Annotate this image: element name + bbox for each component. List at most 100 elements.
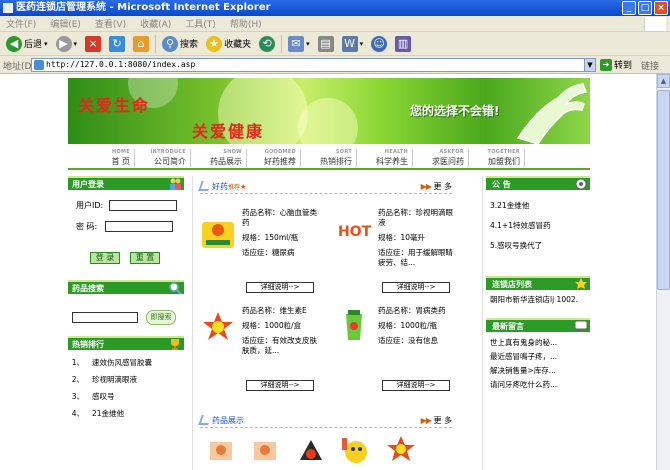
- maximize-button[interactable]: □: [638, 1, 652, 15]
- menu-favorites[interactable]: 收藏(A): [140, 17, 171, 30]
- list-item[interactable]: 请问牙疼吃什么药...: [486, 378, 590, 392]
- gallery-image[interactable]: [250, 434, 280, 466]
- notice-header: 公 告: [486, 176, 590, 190]
- search-submit-button[interactable]: 即搜索: [146, 310, 176, 325]
- gallery-image[interactable]: [386, 434, 416, 466]
- web-page: 关爱生命 关爱健康 您的选择不会错! HOME 首 页 INTRODUCE 公司…: [68, 78, 590, 470]
- show-title: 药品展示: [212, 416, 244, 425]
- favorites-button[interactable]: ★ 收藏夹: [204, 34, 253, 54]
- toolbar: ◀ 后退 ▾ ▶ ▾ × ↻ ⌂ ⚲ 搜索 ★ 收藏夹 ⟲ ✉ ▾ ▤ W ▾ ☺ ▥: [0, 32, 670, 56]
- refresh-button[interactable]: ↻: [107, 34, 127, 54]
- menu-file[interactable]: 文件(F): [6, 17, 36, 30]
- show-more-link[interactable]: ▶▶ 更 多: [421, 415, 452, 426]
- forward-button[interactable]: ▶ ▾: [54, 34, 80, 54]
- list-item[interactable]: 4、 21金维他: [68, 405, 184, 422]
- detail-button[interactable]: 详细说明-->: [382, 380, 450, 391]
- login-form: 用户ID: 密 码: 登 录 重 置: [68, 190, 184, 264]
- home-icon: ⌂: [133, 35, 150, 52]
- gallery-image[interactable]: [340, 434, 370, 466]
- nav-introduce[interactable]: INTRODUCE 公司简介: [136, 149, 186, 167]
- back-button[interactable]: ◀ 后退 ▾: [4, 34, 50, 54]
- detail-button[interactable]: 详细说明-->: [246, 282, 314, 293]
- messenger-button[interactable]: ☺: [369, 34, 389, 54]
- search-header: 药品搜索: [68, 280, 184, 294]
- gallery-image[interactable]: [296, 434, 326, 466]
- list-item[interactable]: 朝阳市新华连锁店lj 1002.: [486, 292, 590, 308]
- list-item[interactable]: 最近感冒鳴子疼，...: [486, 350, 590, 364]
- search-input[interactable]: [72, 312, 138, 323]
- star-icon: [575, 278, 587, 289]
- scroll-up-button[interactable]: ▲: [657, 74, 670, 88]
- stores-list: 朝阳市新华连锁店lj 1002.: [486, 290, 590, 318]
- vertical-scrollbar[interactable]: ▲: [656, 74, 670, 470]
- go-button[interactable]: ➔ 转到: [600, 58, 632, 71]
- home-button[interactable]: ⌂: [131, 34, 151, 54]
- search-icon: ⚲: [162, 35, 179, 52]
- detail-button[interactable]: 详细说明-->: [246, 380, 314, 391]
- list-item[interactable]: 3.21金维他: [486, 196, 590, 216]
- gallery-image[interactable]: [206, 434, 236, 466]
- search-button[interactable]: ⚲ 搜索: [160, 34, 200, 54]
- nav-together[interactable]: TOGETHER 加盟我们: [470, 149, 520, 167]
- password-input[interactable]: [105, 221, 174, 232]
- product-card: 药品名称：胃病类药 规格：1000粒/瓶 适应症：没有信息 详细说明-->: [334, 306, 458, 396]
- menu-edit[interactable]: 编辑(E): [50, 17, 81, 30]
- nav-home[interactable]: HOME 首 页: [80, 149, 130, 167]
- address-input[interactable]: http://127.0.0.1:8080/index.asp: [31, 58, 593, 72]
- star-icon: ★: [206, 35, 223, 52]
- links-button[interactable]: 链接: [641, 59, 659, 72]
- search-form: 即搜索: [68, 294, 184, 332]
- go-arrow-icon: ➔: [600, 58, 612, 71]
- login-button[interactable]: 登 录: [90, 252, 120, 264]
- detail-button[interactable]: 详细说明-->: [382, 282, 450, 293]
- menu-help[interactable]: 帮助(H): [230, 17, 262, 30]
- hot-header: 热销排行: [68, 336, 184, 350]
- messages-header: 最新留言: [486, 318, 590, 332]
- address-dropdown-button[interactable]: ▼: [584, 58, 596, 72]
- stop-button[interactable]: ×: [83, 34, 103, 54]
- mail-button[interactable]: ✉ ▾: [286, 34, 312, 54]
- list-item[interactable]: 5.感叹号换代了: [486, 236, 590, 256]
- nav-health[interactable]: HEALTH 科学养生: [358, 149, 408, 167]
- reset-button[interactable]: 重 置: [130, 252, 160, 264]
- user-id-input[interactable]: [109, 200, 178, 211]
- left-column: 用户登录 用户ID: 密 码: 登 录 重 置 药品搜索 即搜索 热销排行 1、…: [68, 176, 184, 422]
- list-item[interactable]: 1、 速效伤风感冒胶囊: [68, 354, 184, 371]
- login-header: 用户登录: [68, 176, 184, 190]
- nav-askfor[interactable]: ASKFOR 求医问药: [414, 149, 464, 167]
- window-title: 医药连锁店管理系统 - Microsoft Internet Explorer: [16, 2, 271, 13]
- nav-goodmed[interactable]: GOODMED 好药推荐: [246, 149, 296, 167]
- history-icon: ⟲: [259, 35, 276, 52]
- research-icon: ▥: [395, 35, 412, 52]
- minimize-button[interactable]: _: [622, 1, 636, 15]
- messenger-icon: ☺: [371, 35, 388, 52]
- print-icon: ▤: [317, 35, 334, 52]
- research-button[interactable]: ▥: [393, 34, 413, 54]
- close-button[interactable]: ×: [654, 1, 668, 15]
- list-item[interactable]: 4.1+1特效感冒药: [486, 216, 590, 236]
- list-item[interactable]: 解决销售量>库存...: [486, 364, 590, 378]
- list-item[interactable]: 3、 感叹号: [68, 388, 184, 405]
- edit-button[interactable]: W ▾: [340, 34, 366, 54]
- history-button[interactable]: ⟲: [257, 34, 277, 54]
- window-titlebar: 医药连锁店管理系统 - Microsoft Internet Explorer …: [0, 0, 670, 16]
- product-card: 药品名称：心脑血管类药 规格：150ml/瓶 适应症：糖尿病 详细说明-->: [198, 208, 322, 298]
- hand-icon: [516, 83, 588, 144]
- stores-header: 连锁店列表: [486, 276, 590, 290]
- forward-arrow-icon: ▶: [55, 35, 72, 52]
- nav-show[interactable]: SHOW 药品展示: [192, 149, 242, 167]
- people-icon: [170, 178, 181, 190]
- list-item[interactable]: 2、 珍视明滴眼液: [68, 371, 184, 388]
- product-image: HOT: [338, 224, 372, 240]
- recommend-more-link[interactable]: ▶▶ 更 多: [421, 181, 452, 192]
- product-image: [346, 310, 362, 340]
- list-item[interactable]: 世上真有鬼身的秘...: [486, 336, 590, 350]
- product-card: 药品名称：维生素E 规格：1000粒/盒 适应症：有效改支皮肤肤质，延... 详…: [198, 306, 322, 396]
- menu-view[interactable]: 查看(V): [95, 17, 126, 30]
- menu-tools[interactable]: 工具(T): [185, 17, 216, 30]
- speaker-icon: [575, 178, 587, 190]
- nav-sort[interactable]: SORT 热销排行: [302, 149, 352, 167]
- print-button[interactable]: ▤: [316, 34, 336, 54]
- scroll-thumb[interactable]: [657, 90, 670, 290]
- address-bar: 地址(D) http://127.0.0.1:8080/index.asp ▼ …: [0, 56, 670, 74]
